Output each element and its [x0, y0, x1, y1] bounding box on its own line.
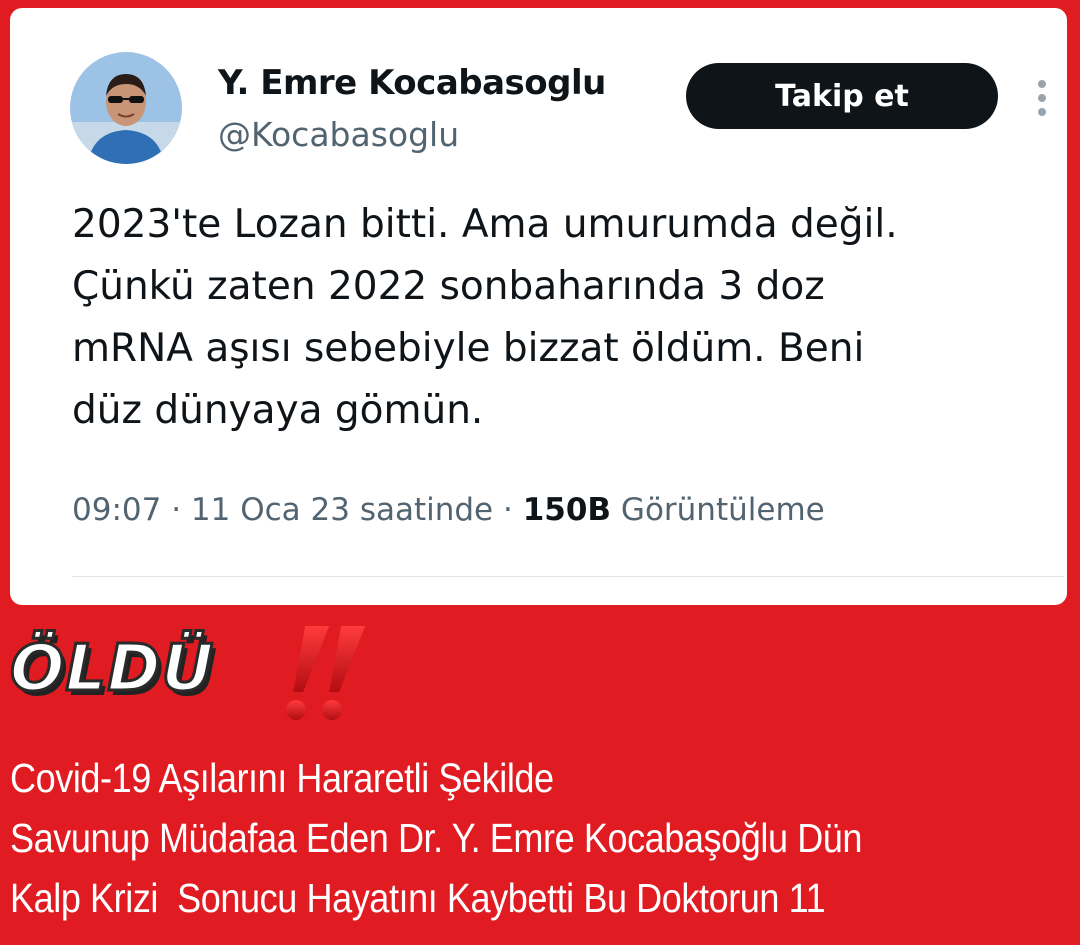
- tweet-time[interactable]: 09:07: [72, 492, 161, 528]
- more-vertical-icon[interactable]: [1036, 78, 1048, 118]
- tweet-date[interactable]: 11 Oca 23 saatinde: [191, 492, 493, 528]
- avatar[interactable]: [70, 52, 182, 164]
- tweet-text-line: 2023'te Lozan bitti. Ama umurumda değil.: [72, 202, 898, 247]
- meta-separator: ·: [503, 492, 513, 528]
- overlay-title: ÖLDÜ: [8, 631, 215, 708]
- tweet-meta: 09:07 · 11 Oca 23 saatinde · 150B Görünt…: [72, 492, 825, 528]
- headline-line: Kalp Krizi Sonucu Hayatını Kaybetti Bu D…: [10, 875, 826, 921]
- headline-line: Savunup Müdafaa Eden Dr. Y. Emre Kocabaş…: [10, 815, 863, 861]
- tweet-text-line: mRNA aşısı sebebiyle bizzat öldüm. Beni: [72, 326, 865, 371]
- tweet-text-line: düz dünyaya gömün.: [72, 388, 484, 433]
- tweet-text: 2023'te Lozan bitti. Ama umurumda değil.…: [72, 194, 1052, 442]
- user-handle[interactable]: @Kocabasoglu: [218, 115, 459, 154]
- headline: Covid-19 Aşılarını Hararetli Şekilde Sav…: [10, 748, 1066, 928]
- tweet-text-line: Çünkü zaten 2022 sonbaharında 3 doz: [72, 264, 825, 309]
- tweet-card: Y. Emre Kocabasoglu @Kocabasoglu Takip e…: [10, 8, 1067, 605]
- avatar-photo: [70, 52, 182, 164]
- divider: [72, 576, 1064, 577]
- double-exclamation-icon: [270, 622, 370, 726]
- display-name[interactable]: Y. Emre Kocabasoglu: [218, 63, 606, 103]
- views-label: Görüntüleme: [620, 492, 825, 528]
- meta-separator: ·: [171, 492, 182, 528]
- follow-button[interactable]: Takip et: [686, 63, 998, 129]
- views-count[interactable]: 150B: [523, 492, 611, 528]
- headline-line: Covid-19 Aşılarını Hararetli Şekilde: [10, 755, 554, 801]
